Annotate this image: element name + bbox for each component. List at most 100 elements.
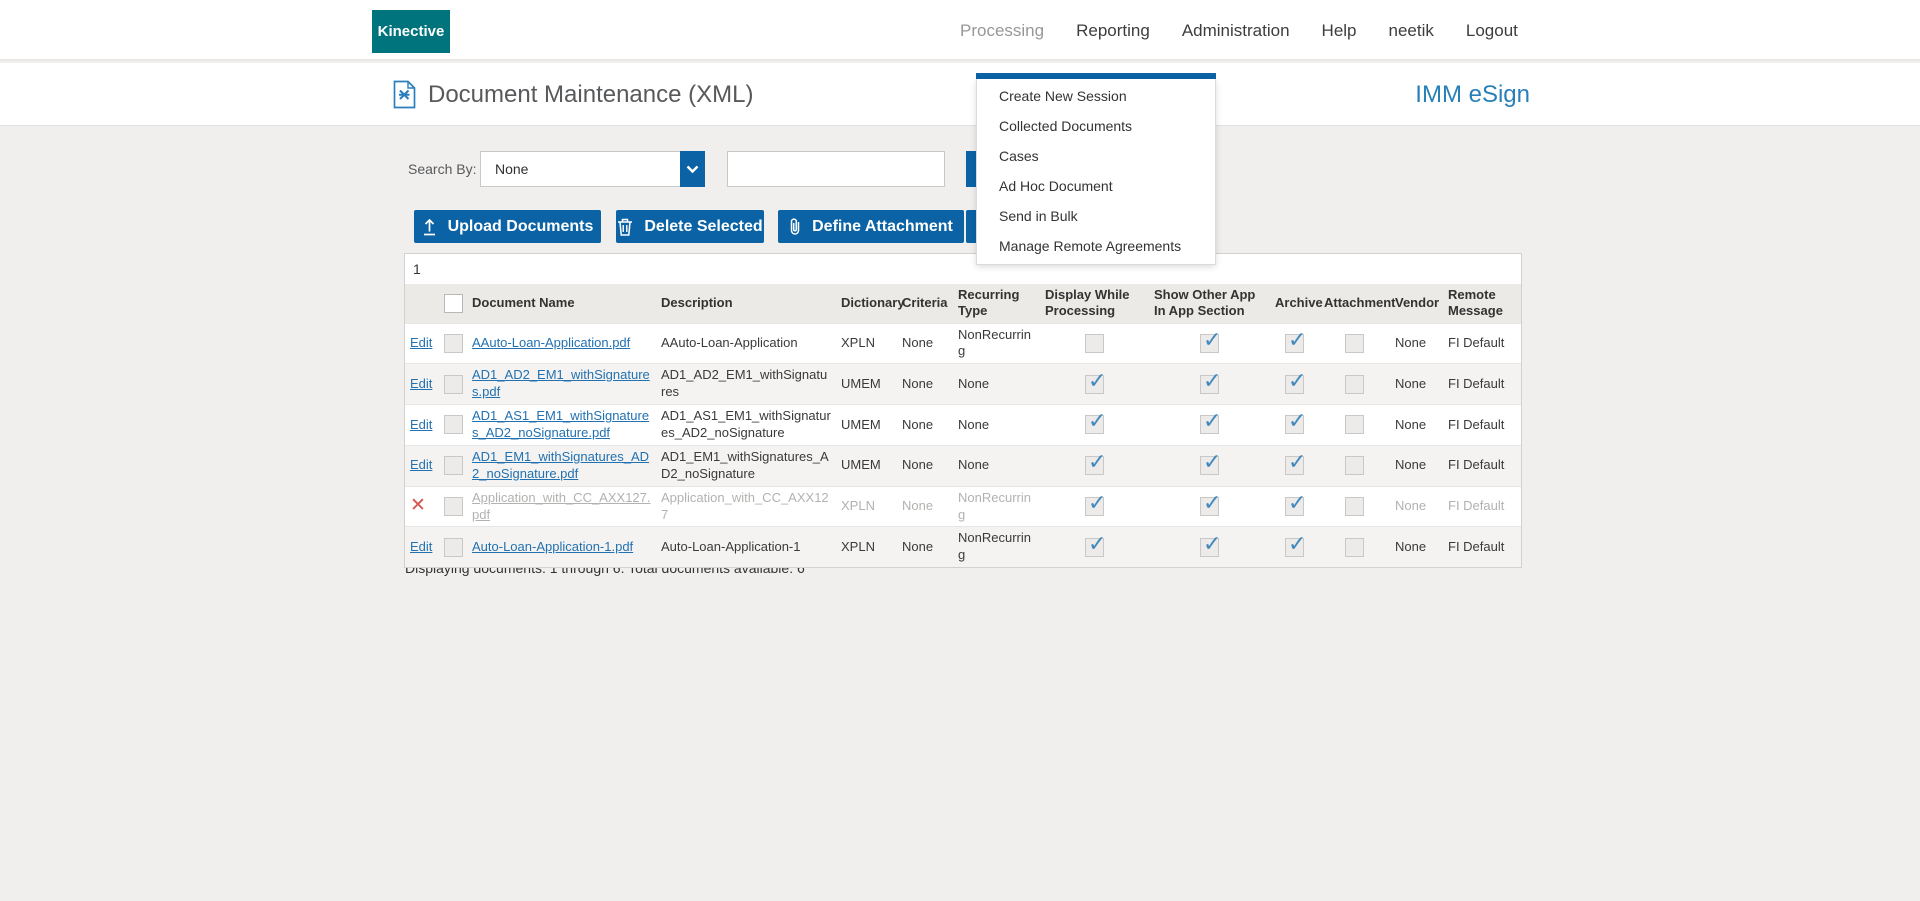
nav-item-processing[interactable]: Processing	[960, 21, 1044, 41]
vendor-cell: None	[1395, 498, 1427, 514]
search-input[interactable]	[727, 151, 945, 187]
criteria-cell: None	[902, 416, 934, 432]
document-name-cell: AD1_AD2_EM1_withSignatures.pdf	[467, 364, 656, 405]
archive-checkbox[interactable]	[1285, 448, 1306, 477]
remote-message-cell: FI Default	[1448, 498, 1505, 514]
column-header-dictionary: Dictionary	[841, 295, 905, 311]
menu-item-ad-hoc-document[interactable]: Ad Hoc Document	[977, 171, 1215, 201]
archive-checkbox[interactable]	[1285, 489, 1306, 518]
archive-checkbox[interactable]	[1285, 367, 1306, 395]
menu-item-send-in-bulk[interactable]: Send in Bulk	[977, 201, 1215, 231]
column-header-vendor: Vendor	[1395, 295, 1440, 311]
delete-selected-button[interactable]: Delete Selected	[616, 210, 764, 243]
chevron-down-icon[interactable]	[680, 151, 705, 187]
menu-item-create-new-session[interactable]: Create New Session	[977, 81, 1215, 111]
table-row: Edit Auto-Loan-Application-1.pdf Auto-Lo…	[405, 526, 1521, 568]
show-other-app-checkbox[interactable]	[1200, 326, 1221, 354]
row-select-cell	[439, 364, 467, 405]
attachment-checkbox[interactable]	[1345, 333, 1364, 353]
show-other-app-checkbox[interactable]	[1200, 448, 1221, 477]
display-while-processing-checkbox[interactable]	[1085, 407, 1106, 436]
document-name-link[interactable]: AAuto-Loan-Application.pdf	[472, 335, 630, 350]
nav-item-administration[interactable]: Administration	[1182, 21, 1290, 41]
document-name-link[interactable]: AD1_AD2_EM1_withSignatures.pdf	[472, 367, 650, 399]
row-select-cell	[439, 405, 467, 446]
edit-link[interactable]: Edit	[410, 376, 432, 391]
vendor-cell: None	[1395, 334, 1427, 350]
show-other-app-checkbox[interactable]	[1200, 407, 1221, 436]
nav-item-logout[interactable]: Logout	[1466, 21, 1518, 41]
search-by-label: Search By:	[408, 161, 477, 177]
nav-item-neetik[interactable]: neetik	[1389, 21, 1434, 41]
document-name-cell: Application_with_CC_AXX127.pdf	[467, 486, 656, 527]
row-checkbox[interactable]	[444, 374, 463, 394]
attachment-checkbox[interactable]	[1345, 537, 1364, 557]
display-while-processing-cell	[1040, 364, 1149, 405]
description-cell: AD1_AD2_EM1_withSignatures	[661, 367, 828, 400]
row-checkbox[interactable]	[444, 456, 463, 476]
vendor-cell: None	[1395, 538, 1427, 554]
menu-item-manage-remote-agreements[interactable]: Manage Remote Agreements	[977, 231, 1215, 261]
edit-link[interactable]: Edit	[410, 539, 432, 554]
row-checkbox[interactable]	[444, 537, 463, 557]
define-attachment-button[interactable]: Define Attachment	[778, 210, 964, 243]
row-select-cell	[439, 323, 467, 364]
page-header: Document Maintenance (XML) IMM eSign	[0, 63, 1920, 126]
document-name-link[interactable]: Application_with_CC_AXX127.pdf	[472, 490, 651, 522]
column-header-show-other-app-in-app-section: Show Other App In App Section	[1154, 287, 1256, 319]
display-while-processing-checkbox[interactable]	[1085, 489, 1106, 518]
archive-cell	[1270, 486, 1319, 527]
archive-checkbox[interactable]	[1285, 407, 1306, 436]
attachment-cell	[1319, 405, 1390, 446]
display-while-processing-checkbox[interactable]	[1085, 530, 1106, 558]
trash-icon	[617, 218, 633, 236]
menu-item-cases[interactable]: Cases	[977, 141, 1215, 171]
remote-message-cell: FI Default	[1448, 334, 1505, 350]
row-checkbox[interactable]	[444, 415, 463, 435]
dictionary-cell: XPLN	[841, 334, 875, 350]
attachment-checkbox[interactable]	[1345, 456, 1364, 476]
row-action-cell: Edit	[405, 405, 439, 446]
attachment-checkbox[interactable]	[1345, 374, 1364, 394]
archive-cell	[1270, 364, 1319, 405]
archive-cell	[1270, 405, 1319, 446]
row-checkbox[interactable]	[444, 497, 463, 517]
archive-cell	[1270, 527, 1319, 567]
display-while-processing-checkbox[interactable]	[1085, 367, 1106, 395]
description-cell: AD1_AS1_EM1_withSignatures_AD2_noSignatu…	[661, 408, 831, 440]
recurring-type-cell: None	[958, 457, 990, 473]
criteria-cell: None	[902, 457, 934, 473]
display-while-processing-cell	[1040, 323, 1149, 364]
archive-checkbox[interactable]	[1285, 530, 1306, 558]
row-checkbox[interactable]	[444, 333, 463, 353]
processing-menu-list: Create New Session Collected Documents Cas…	[977, 81, 1215, 261]
pagination-page[interactable]: 1	[405, 254, 1521, 284]
nav-item-reporting[interactable]: Reporting	[1076, 21, 1150, 41]
search-by-select[interactable]: None	[480, 151, 705, 187]
archive-checkbox[interactable]	[1285, 326, 1306, 354]
menu-item-collected-documents[interactable]: Collected Documents	[977, 111, 1215, 141]
table-row: Edit AD1_EM1_withSignatures_AD2_noSignat…	[405, 445, 1521, 487]
action-column-header	[405, 284, 439, 323]
select-all-checkbox[interactable]	[444, 293, 463, 313]
recurring-type-cell: NonRecurring	[958, 530, 1031, 563]
upload-documents-button[interactable]: Upload Documents	[414, 210, 601, 243]
attachment-cell	[1319, 364, 1390, 405]
show-other-app-checkbox[interactable]	[1200, 489, 1221, 518]
display-while-processing-checkbox[interactable]	[1085, 333, 1104, 353]
attachment-checkbox[interactable]	[1345, 415, 1364, 435]
nav-item-help[interactable]: Help	[1322, 21, 1357, 41]
attachment-checkbox[interactable]	[1345, 497, 1364, 517]
edit-link[interactable]: Edit	[410, 335, 432, 350]
document-name-link[interactable]: AD1_AS1_EM1_withSignatures_AD2_noSignatu…	[472, 408, 649, 440]
show-other-app-cell	[1149, 364, 1270, 405]
document-name-link[interactable]: Auto-Loan-Application-1.pdf	[472, 539, 633, 554]
edit-link[interactable]: Edit	[410, 417, 432, 432]
show-other-app-checkbox[interactable]	[1200, 530, 1221, 558]
edit-link[interactable]: Edit	[410, 457, 432, 472]
attachment-cell	[1319, 445, 1390, 486]
display-while-processing-checkbox[interactable]	[1085, 448, 1106, 477]
recurring-type-cell: NonRecurring	[958, 326, 1031, 359]
show-other-app-checkbox[interactable]	[1200, 367, 1221, 395]
document-name-link[interactable]: AD1_EM1_withSignatures_AD2_noSignature.p…	[472, 449, 649, 481]
